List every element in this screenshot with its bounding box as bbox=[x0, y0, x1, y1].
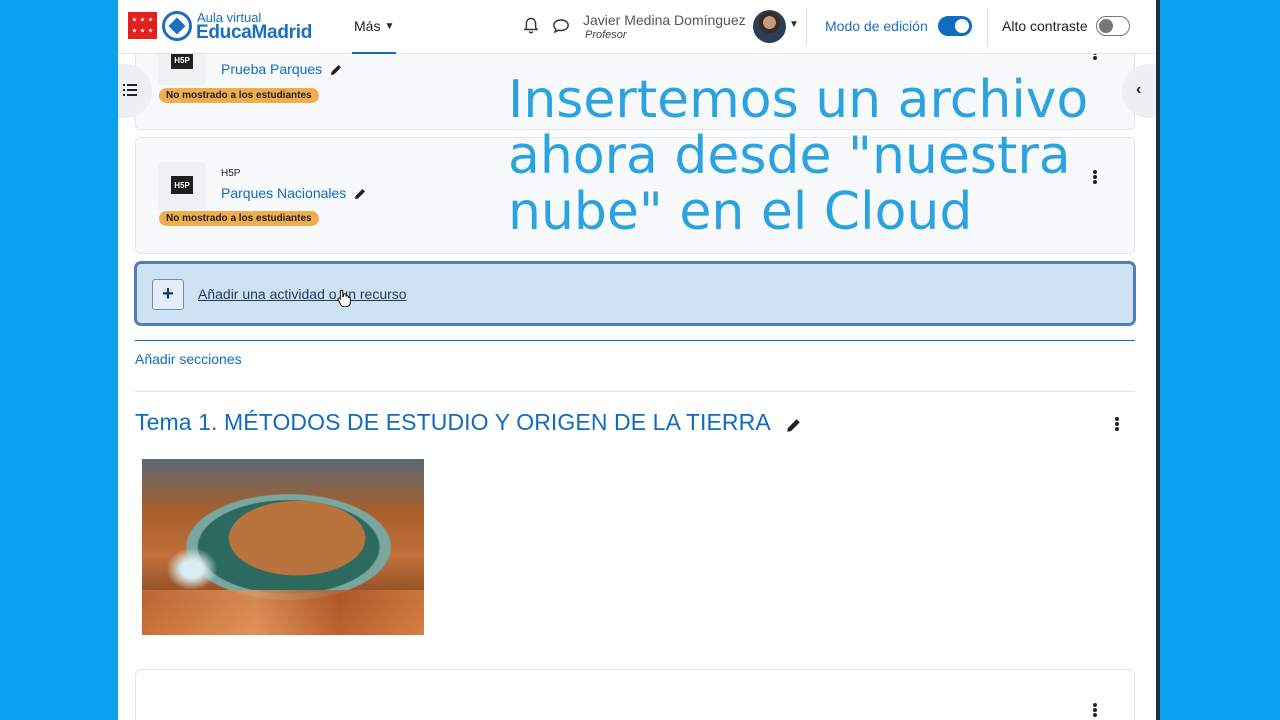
add-sections-link[interactable]: Añadir secciones bbox=[135, 351, 242, 367]
activity-card bbox=[135, 669, 1135, 720]
activity-type-label: H5P bbox=[221, 168, 241, 179]
top-navbar: Aula virtual EducaMadrid Más ▼ Javier Me… bbox=[118, 0, 1156, 54]
logo-title[interactable]: EducaMadrid bbox=[196, 22, 312, 44]
divider bbox=[806, 8, 807, 46]
user-name[interactable]: Javier Medina Domínguez bbox=[583, 12, 746, 28]
add-activity-label[interactable]: Añadir una actividad o un recurso bbox=[198, 286, 407, 302]
caption-line: ahora desde "nuestra bbox=[508, 126, 1071, 186]
kebab-menu-icon[interactable] bbox=[1115, 417, 1119, 431]
high-contrast-toggle[interactable] bbox=[1096, 16, 1130, 36]
video-caption-overlay: Insertemos un archivo ahora desde "nuest… bbox=[508, 72, 1148, 240]
section-title[interactable]: Tema 1. MÉTODOS DE ESTUDIO Y ORIGEN DE L… bbox=[135, 409, 771, 436]
pencil-icon[interactable] bbox=[354, 188, 366, 200]
avatar[interactable] bbox=[753, 10, 786, 43]
course-index-icon bbox=[123, 84, 137, 96]
madrid-flag-logo bbox=[128, 12, 157, 39]
nav-more-menu[interactable]: Más ▼ bbox=[352, 0, 397, 54]
nav-more-label: Más bbox=[354, 18, 381, 34]
caption-line: nube" en el Cloud bbox=[508, 182, 973, 242]
divider bbox=[987, 8, 988, 46]
hidden-badge: No mostrado a los estudiantes bbox=[159, 88, 319, 103]
edit-mode-toggle[interactable] bbox=[938, 16, 972, 36]
add-activity-button[interactable]: + Añadir una actividad o un recurso bbox=[134, 261, 1136, 326]
educamadrid-logo-icon[interactable] bbox=[162, 11, 192, 41]
activity-link[interactable]: Parques Nacionales bbox=[221, 185, 346, 201]
caption-line: Insertemos un archivo bbox=[508, 70, 1089, 130]
high-contrast-label: Alto contraste bbox=[1002, 18, 1088, 34]
section-divider bbox=[135, 340, 1135, 341]
chevron-down-icon[interactable]: ▼ bbox=[789, 19, 799, 30]
chevron-down-icon: ▼ bbox=[384, 20, 395, 32]
kebab-menu-icon[interactable] bbox=[1093, 703, 1097, 717]
section-image bbox=[142, 459, 424, 635]
edit-mode-label: Modo de edición bbox=[825, 18, 928, 34]
plus-icon: + bbox=[152, 279, 184, 310]
h5p-icon: H5P bbox=[171, 176, 193, 194]
hidden-badge: No mostrado a los estudiantes bbox=[159, 211, 319, 226]
window-edge bbox=[1156, 0, 1160, 720]
section-divider bbox=[135, 391, 1135, 392]
chat-icon[interactable] bbox=[552, 18, 570, 34]
pencil-icon[interactable] bbox=[330, 64, 342, 76]
cursor-hand-icon bbox=[337, 289, 351, 307]
activity-link[interactable]: Prueba Parques bbox=[221, 61, 322, 77]
bell-icon[interactable] bbox=[523, 17, 539, 35]
h5p-activity-icon-box: H5P bbox=[158, 162, 206, 210]
user-role: Profesor bbox=[585, 29, 627, 41]
pencil-icon[interactable] bbox=[786, 418, 801, 433]
